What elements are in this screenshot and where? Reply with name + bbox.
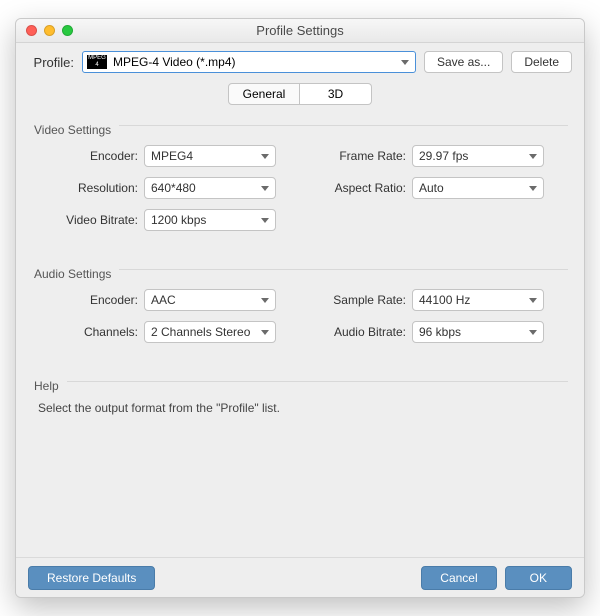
- chevron-down-icon: [261, 218, 269, 223]
- chevron-down-icon: [529, 186, 537, 191]
- tab-general[interactable]: General: [228, 83, 300, 105]
- resolution-select[interactable]: 640*480: [144, 177, 276, 199]
- sample-rate-label: Sample Rate:: [300, 293, 412, 307]
- frame-rate-label: Frame Rate:: [300, 149, 412, 163]
- tab-bar: General 3D: [16, 83, 584, 105]
- frame-rate-select[interactable]: 29.97 fps: [412, 145, 544, 167]
- help-text: Select the output format from the "Profi…: [38, 401, 568, 415]
- chevron-down-icon: [529, 330, 537, 335]
- channels-select[interactable]: 2 Channels Stereo: [144, 321, 276, 343]
- chevron-down-icon: [261, 186, 269, 191]
- minimize-icon[interactable]: [44, 25, 55, 36]
- restore-defaults-button[interactable]: Restore Defaults: [28, 566, 155, 590]
- profile-select[interactable]: MPEG4 MPEG-4 Video (*.mp4): [82, 51, 416, 73]
- divider: [119, 125, 568, 126]
- chevron-down-icon: [261, 154, 269, 159]
- chevron-down-icon: [261, 298, 269, 303]
- audio-bitrate-select[interactable]: 96 kbps: [412, 321, 544, 343]
- chevron-down-icon: [529, 298, 537, 303]
- resolution-label: Resolution:: [32, 181, 144, 195]
- divider: [119, 269, 568, 270]
- cancel-button[interactable]: Cancel: [421, 566, 496, 590]
- audio-encoder-label: Encoder:: [32, 293, 144, 307]
- chevron-down-icon: [401, 60, 409, 65]
- close-icon[interactable]: [26, 25, 37, 36]
- audio-settings-header: Audio Settings: [34, 267, 568, 281]
- channels-label: Channels:: [32, 325, 144, 339]
- video-bitrate-select[interactable]: 1200 kbps: [144, 209, 276, 231]
- sample-rate-select[interactable]: 44100 Hz: [412, 289, 544, 311]
- video-settings-title: Video Settings: [34, 123, 111, 137]
- aspect-ratio-select[interactable]: Auto: [412, 177, 544, 199]
- audio-encoder-select[interactable]: AAC: [144, 289, 276, 311]
- zoom-icon[interactable]: [62, 25, 73, 36]
- panel: Video Settings Encoder: MPEG4 Frame Rate…: [16, 119, 584, 557]
- video-encoder-label: Encoder:: [32, 149, 144, 163]
- window-title: Profile Settings: [16, 23, 584, 38]
- profile-row: Profile: MPEG4 MPEG-4 Video (*.mp4) Save…: [16, 43, 584, 77]
- window-controls: [26, 25, 73, 36]
- video-encoder-select[interactable]: MPEG4: [144, 145, 276, 167]
- audio-bitrate-label: Audio Bitrate:: [300, 325, 412, 339]
- audio-settings-title: Audio Settings: [34, 267, 111, 281]
- help-title: Help: [34, 379, 59, 393]
- aspect-ratio-label: Aspect Ratio:: [300, 181, 412, 195]
- titlebar: Profile Settings: [16, 19, 584, 43]
- tab-3d[interactable]: 3D: [300, 83, 372, 105]
- profile-label: Profile:: [28, 55, 74, 70]
- video-bitrate-label: Video Bitrate:: [32, 213, 144, 227]
- help-header: Help: [34, 379, 568, 393]
- ok-button[interactable]: OK: [505, 566, 572, 590]
- profile-settings-window: Profile Settings Profile: MPEG4 MPEG-4 V…: [15, 18, 585, 598]
- mpeg4-badge-icon: MPEG4: [87, 55, 107, 69]
- divider: [67, 381, 568, 382]
- chevron-down-icon: [261, 330, 269, 335]
- video-settings-header: Video Settings: [34, 123, 568, 137]
- profile-value: MPEG-4 Video (*.mp4): [113, 55, 236, 69]
- chevron-down-icon: [529, 154, 537, 159]
- save-as-button[interactable]: Save as...: [424, 51, 503, 73]
- delete-button[interactable]: Delete: [511, 51, 572, 73]
- bottom-bar: Restore Defaults Cancel OK: [16, 557, 584, 597]
